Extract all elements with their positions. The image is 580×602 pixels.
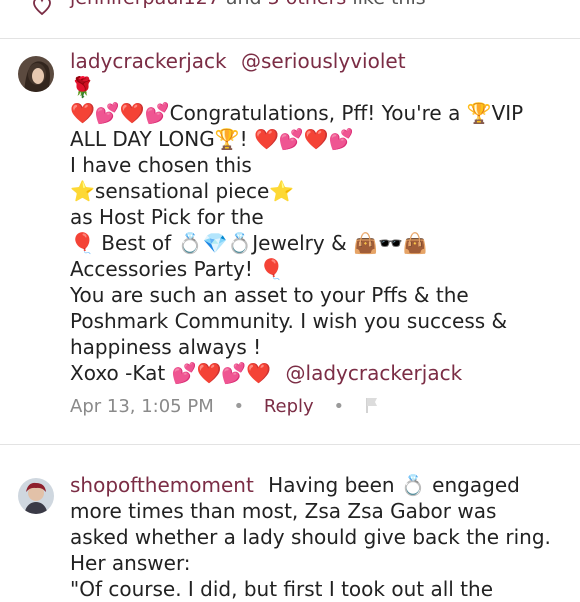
- likes-others-link[interactable]: 5 others: [268, 0, 347, 9]
- liker-username[interactable]: jenniferpaul127: [70, 0, 220, 9]
- comment-line: more times than most, Zsa Zsa Gabor was: [70, 499, 497, 523]
- divider: [0, 444, 580, 445]
- comment-line: I have chosen this: [70, 153, 252, 177]
- comment-line: 🎈 Best of 💍💎💍Jewelry & 👜🕶️👜: [70, 231, 428, 255]
- likes-suffix: like this: [352, 0, 425, 9]
- likes-text: jenniferpaul127 and 5 others like this: [70, 0, 426, 9]
- comment-line: as Host Pick for the: [70, 205, 264, 229]
- comment-header: shopofthemoment Having been 💍 engaged: [70, 472, 570, 498]
- comment-line: happiness always !: [70, 335, 262, 359]
- comment-line: asked whether a lady should give back th…: [70, 525, 551, 549]
- signoff-mention[interactable]: @ladycrackerjack: [286, 361, 463, 385]
- likes-row: jenniferpaul127 and 5 others like this: [0, 0, 580, 20]
- comment-line: You are such an asset to your Pffs & the: [70, 283, 469, 307]
- comment-body: shopofthemoment Having been 💍 engaged mo…: [70, 472, 570, 602]
- comment-header: ladycrackerjack @seriouslyviolet: [70, 48, 570, 74]
- comment-username[interactable]: ladycrackerjack: [70, 49, 227, 73]
- avatar[interactable]: [18, 478, 54, 514]
- comment-line: Having been 💍 engaged: [268, 473, 520, 497]
- comment-timestamp: Apr 13, 1:05 PM: [70, 396, 214, 417]
- comment-line: Accessories Party! 🎈: [70, 257, 285, 281]
- avatar-image: [18, 478, 54, 514]
- separator-dot: •: [233, 396, 245, 417]
- flag-icon[interactable]: [364, 396, 380, 414]
- reply-button[interactable]: Reply: [264, 396, 314, 417]
- comment-line: ALL DAY LONG🏆! ❤️💕❤️💕: [70, 127, 354, 151]
- comment-meta: Apr 13, 1:05 PM • Reply •: [70, 396, 570, 417]
- avatar-image: [18, 56, 54, 92]
- comment-line: Poshmark Community. I wish you success &: [70, 309, 508, 333]
- avatar[interactable]: [18, 56, 54, 92]
- comment-mention[interactable]: @seriouslyviolet: [241, 49, 406, 73]
- comment-line: 🌹: [70, 75, 95, 99]
- comment-line: ⭐sensational piece⭐: [70, 179, 295, 203]
- likes-and: and: [226, 0, 262, 9]
- signoff-text: Xoxo -Kat 💕❤️💕❤️: [70, 361, 272, 385]
- comment-body: ladycrackerjack @seriouslyviolet 🌹 ❤️💕❤️…: [70, 48, 570, 417]
- comment-signoff: Xoxo -Kat 💕❤️💕❤️ @ladycrackerjack: [70, 360, 570, 386]
- heart-outline-icon[interactable]: [30, 0, 54, 16]
- divider: [0, 38, 580, 39]
- comment-line: ❤️💕❤️💕Congratulations, Pff! You're a 🏆VI…: [70, 101, 524, 125]
- separator-dot: •: [333, 396, 345, 417]
- comment-username[interactable]: shopofthemoment: [70, 473, 254, 497]
- comment-line: Her answer:: [70, 551, 191, 575]
